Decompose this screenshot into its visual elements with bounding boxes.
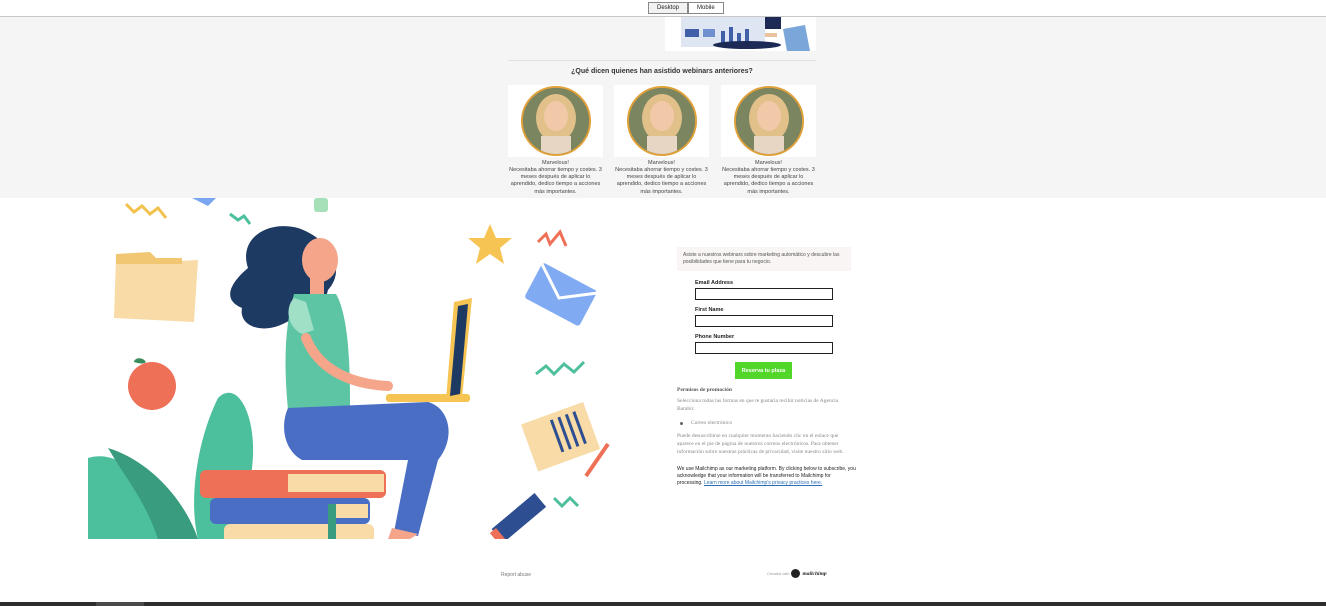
first-name-field[interactable] (695, 315, 833, 327)
testimonial-quote: Necesitaba ahorrar tiempo y costes. 3 me… (722, 167, 815, 195)
checkbox-icon[interactable] (680, 421, 683, 425)
taskbar-item[interactable] (96, 602, 144, 606)
phone-label: Phone Number (695, 334, 735, 340)
legal-notice: We use Mailchimp as our marketing platfo… (677, 466, 857, 487)
testimonial-photo (721, 85, 816, 157)
testimonial-photo (614, 85, 709, 157)
email-label: Email Address (695, 280, 734, 286)
preview-toolbar: Desktop Mobile (0, 0, 1326, 17)
report-abuse-link[interactable]: Report abuse (501, 572, 531, 578)
testimonial-quote: Necesitaba ahorrar tiempo y costes. 3 me… (509, 167, 602, 195)
permissions-title: Permisos de promoción (677, 387, 732, 393)
mailchimp-badge[interactable]: Created with mailchimp (767, 569, 827, 578)
divider (508, 60, 816, 61)
email-permission-option[interactable]: Correo electrónico (680, 420, 732, 426)
dashboard-illustration (665, 17, 816, 51)
phone-field[interactable] (695, 342, 833, 354)
testimonial-card: Marvelous! Necesitaba ahorrar tiempo y c… (721, 85, 816, 196)
email-permission-label: Correo electrónico (691, 420, 733, 426)
testimonial-name: Marvelous! (755, 160, 782, 166)
unsubscribe-text: Puede desuscribirse en cualquier momento… (677, 433, 844, 455)
mobile-view-button[interactable]: Mobile (688, 2, 724, 14)
permissions-intro: Selecciona todas las formas en que te gu… (677, 398, 839, 412)
form-intro: Asiste a nuestros webinars sobre marketi… (677, 247, 851, 271)
testimonial-name: Marvelous! (648, 160, 675, 166)
testimonials-title: ¿Qué dicen quienes han asistido webinars… (571, 68, 753, 75)
avatar (520, 86, 591, 156)
testimonial-name: Marvelous! (542, 160, 569, 166)
avatar (626, 86, 697, 156)
first-name-label: First Name (695, 307, 724, 313)
powered-by-text: Created with (767, 571, 790, 576)
reserve-button[interactable]: Reserva tu plaza (735, 362, 792, 379)
taskbar (0, 602, 1326, 606)
email-field[interactable] (695, 288, 833, 300)
testimonial-card: Marvelous! Necesitaba ahorrar tiempo y c… (508, 85, 603, 196)
hero-illustration (88, 198, 633, 539)
privacy-link[interactable]: Learn more about Mailchimp's privacy pra… (704, 480, 822, 486)
desktop-view-button[interactable]: Desktop (648, 2, 689, 14)
testimonials-section: ¿Qué dicen quienes han asistido webinars… (0, 17, 1326, 198)
avatar (733, 86, 804, 156)
testimonial-card: Marvelous! Necesitaba ahorrar tiempo y c… (614, 85, 709, 196)
view-toggle: Desktop Mobile (648, 2, 724, 14)
testimonial-quote: Necesitaba ahorrar tiempo y costes. 3 me… (615, 167, 708, 195)
mailchimp-wordmark: mailchimp (802, 570, 827, 577)
testimonial-photo (508, 85, 603, 157)
mailchimp-logo-icon (791, 569, 801, 578)
